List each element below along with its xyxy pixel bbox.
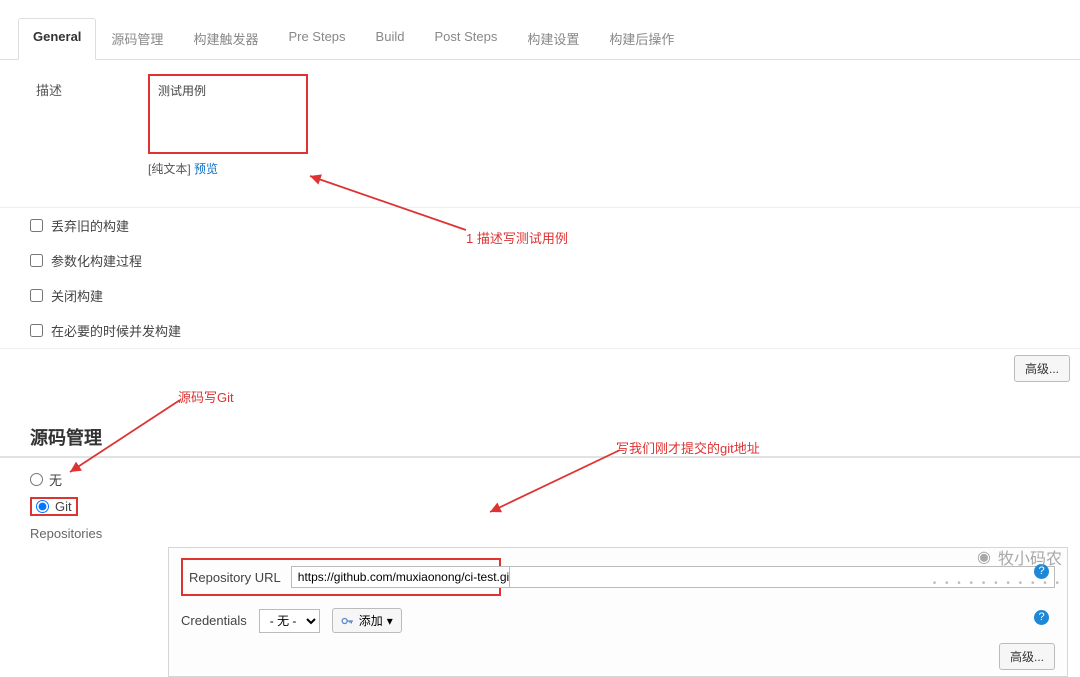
tab-poststeps[interactable]: Post Steps	[419, 18, 512, 59]
tab-scm[interactable]: 源码管理	[96, 18, 178, 59]
scm-none-label: 无	[49, 470, 62, 489]
tab-postbuild[interactable]: 构建后操作	[594, 18, 689, 59]
plain-text-label: [纯文本]	[148, 162, 191, 176]
repo-url-label: Repository URL	[189, 570, 281, 585]
add-credentials-button[interactable]: 添加 ▾	[332, 608, 402, 633]
tab-general[interactable]: General	[18, 18, 96, 60]
advanced-button-repo[interactable]: 高级...	[999, 643, 1055, 670]
parametrized-build-checkbox[interactable]	[30, 254, 43, 267]
scm-none-radio[interactable]	[30, 473, 43, 486]
discard-old-builds-label: 丢弃旧的构建	[51, 216, 129, 235]
concurrent-build-label: 在必要的时候并发构建	[51, 321, 181, 340]
advanced-button-general[interactable]: 高级...	[1014, 355, 1070, 382]
scm-git-label: Git	[55, 499, 72, 514]
tab-buildsettings[interactable]: 构建设置	[512, 18, 594, 59]
chevron-down-icon: ▾	[387, 614, 393, 628]
scm-section-title: 源码管理	[0, 388, 1080, 458]
key-icon	[341, 616, 355, 626]
scm-git-radio[interactable]	[36, 500, 49, 513]
config-tabs: General 源码管理 构建触发器 Pre Steps Build Post …	[0, 18, 1080, 60]
disable-build-checkbox[interactable]	[30, 289, 43, 302]
credentials-label: Credentials	[181, 613, 247, 628]
concurrent-build-checkbox[interactable]	[30, 324, 43, 337]
description-label: 描述	[36, 74, 148, 99]
watermark-dots: • • • • • • • • • • •	[933, 578, 1062, 589]
wechat-icon: ◉	[977, 547, 992, 567]
repositories-label: Repositories	[0, 520, 1080, 541]
tab-presteps[interactable]: Pre Steps	[273, 18, 360, 59]
build-options: 丢弃旧的构建 参数化构建过程 关闭构建 在必要的时候并发构建	[0, 207, 1080, 348]
parametrized-build-label: 参数化构建过程	[51, 251, 142, 270]
watermark: ◉ 牧小码农	[977, 545, 1062, 569]
repo-url-input[interactable]	[291, 566, 544, 588]
tab-build[interactable]: Build	[361, 18, 420, 59]
credentials-select[interactable]: - 无 -	[259, 609, 320, 633]
description-textarea[interactable]: 测试用例	[148, 74, 308, 154]
help-icon[interactable]: ?	[1034, 610, 1049, 625]
tab-triggers[interactable]: 构建触发器	[178, 18, 273, 59]
disable-build-label: 关闭构建	[51, 286, 103, 305]
repository-panel: Repository URL ? Credentials - 无 - 添加 ▾ …	[168, 547, 1068, 677]
preview-link[interactable]: 预览	[194, 162, 218, 176]
discard-old-builds-checkbox[interactable]	[30, 219, 43, 232]
